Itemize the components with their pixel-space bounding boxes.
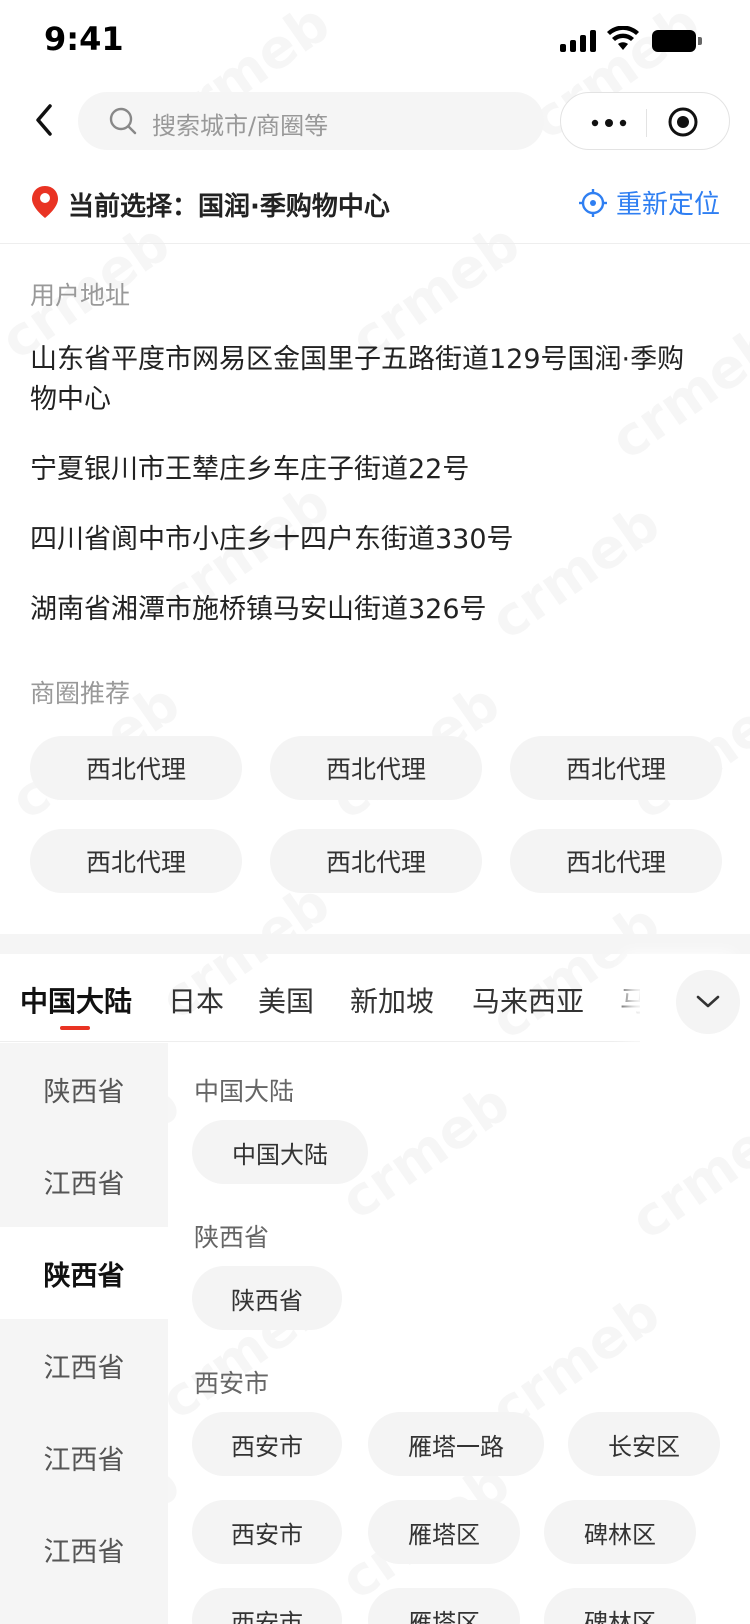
more-icon[interactable]: [589, 119, 629, 127]
search-icon: [109, 107, 137, 135]
chevron-down-icon: [696, 995, 720, 1008]
watermark-text: crmeb: [619, 1091, 750, 1252]
province-list: 陕西省 江西省 陕西省 江西省 江西省 江西省: [0, 1043, 168, 1624]
search-input[interactable]: 搜索城市/商圈等: [78, 92, 544, 150]
recommend-chip[interactable]: 西北代理: [30, 829, 242, 893]
province-item[interactable]: 江西省: [0, 1411, 168, 1503]
province-item[interactable]: 陕西省: [0, 1043, 168, 1135]
tab-china-mainland[interactable]: 中国大陆: [20, 980, 132, 1020]
user-address-title: 用户地址: [30, 281, 131, 310]
signal-icon: [560, 30, 598, 52]
section-divider: [0, 934, 750, 954]
capsule-divider: [646, 109, 647, 137]
battery-icon: [652, 30, 704, 52]
address-item[interactable]: 四川省阆中市小庄乡十四户东街道330号: [30, 520, 690, 560]
locate-icon: [578, 188, 607, 217]
current-location-row: 当前选择：国润·季购物中心 重新定位: [0, 168, 750, 244]
back-icon[interactable]: [26, 98, 66, 142]
city-chip[interactable]: 西安市: [192, 1412, 342, 1476]
wifi-icon: [607, 26, 639, 50]
status-time: 9:41: [44, 20, 124, 58]
relocate-label: 重新定位: [615, 190, 720, 220]
tab-active-indicator: [60, 1026, 90, 1030]
city-chip[interactable]: 雁塔一路: [368, 1412, 544, 1476]
mini-program-capsule: [560, 92, 730, 150]
tab-japan[interactable]: 日本: [168, 980, 224, 1020]
tab-usa[interactable]: 美国: [258, 980, 314, 1020]
tab-malaysia[interactable]: 马来西亚: [472, 980, 584, 1020]
address-item[interactable]: 宁夏银川市王辇庄乡车庄子街道22号: [30, 450, 690, 490]
location-pin-icon: [32, 186, 58, 218]
relocate-button[interactable]: 重新定位: [578, 184, 720, 221]
city-chip[interactable]: 长安区: [568, 1412, 720, 1476]
address-item[interactable]: 山东省平度市网易区金国里子五路街道129号国润·季购物中心: [30, 340, 690, 420]
city-chip[interactable]: 雁塔区: [368, 1500, 520, 1564]
recommend-chip[interactable]: 西北代理: [510, 736, 722, 800]
city-chip[interactable]: 西安市: [192, 1588, 342, 1624]
current-selection-text: 当前选择：国润·季购物中心: [68, 192, 390, 222]
tab-singapore[interactable]: 新加坡: [350, 980, 434, 1020]
recommend-chip[interactable]: 西北代理: [30, 736, 242, 800]
province-item[interactable]: 江西省: [0, 1135, 168, 1227]
close-mini-program-icon[interactable]: [667, 106, 699, 138]
recommend-chip[interactable]: 西北代理: [270, 736, 482, 800]
city-chip[interactable]: 碑林区: [544, 1588, 696, 1624]
province-item[interactable]: 江西省: [0, 1503, 168, 1595]
recommend-title: 商圈推荐: [30, 679, 131, 708]
navbar: 搜索城市/商圈等: [0, 80, 750, 162]
recommend-chip[interactable]: 西北代理: [270, 829, 482, 893]
city-chip[interactable]: 西安市: [192, 1500, 342, 1564]
group-title: 中国大陆: [194, 1077, 295, 1106]
city-chip[interactable]: 碑林区: [544, 1500, 696, 1564]
province-item-active[interactable]: 陕西省: [0, 1227, 168, 1319]
status-bar: 9:41: [0, 0, 750, 80]
province-item[interactable]: 江西省: [0, 1319, 168, 1411]
city-chip[interactable]: 雁塔区: [368, 1588, 520, 1624]
city-chip[interactable]: 陕西省: [192, 1266, 342, 1330]
search-placeholder: 搜索城市/商圈等: [152, 112, 329, 140]
expand-tabs-button[interactable]: [676, 970, 740, 1034]
address-item[interactable]: 湖南省湘潭市施桥镇马安山街道326号: [30, 590, 690, 630]
city-chip[interactable]: 中国大陆: [192, 1120, 368, 1184]
group-title: 西安市: [194, 1369, 270, 1398]
region-tabs: 中国大陆 日本 美国 新加坡 马来西亚 马来: [0, 954, 750, 1042]
recommend-chip[interactable]: 西北代理: [510, 829, 722, 893]
group-title: 陕西省: [194, 1223, 270, 1252]
